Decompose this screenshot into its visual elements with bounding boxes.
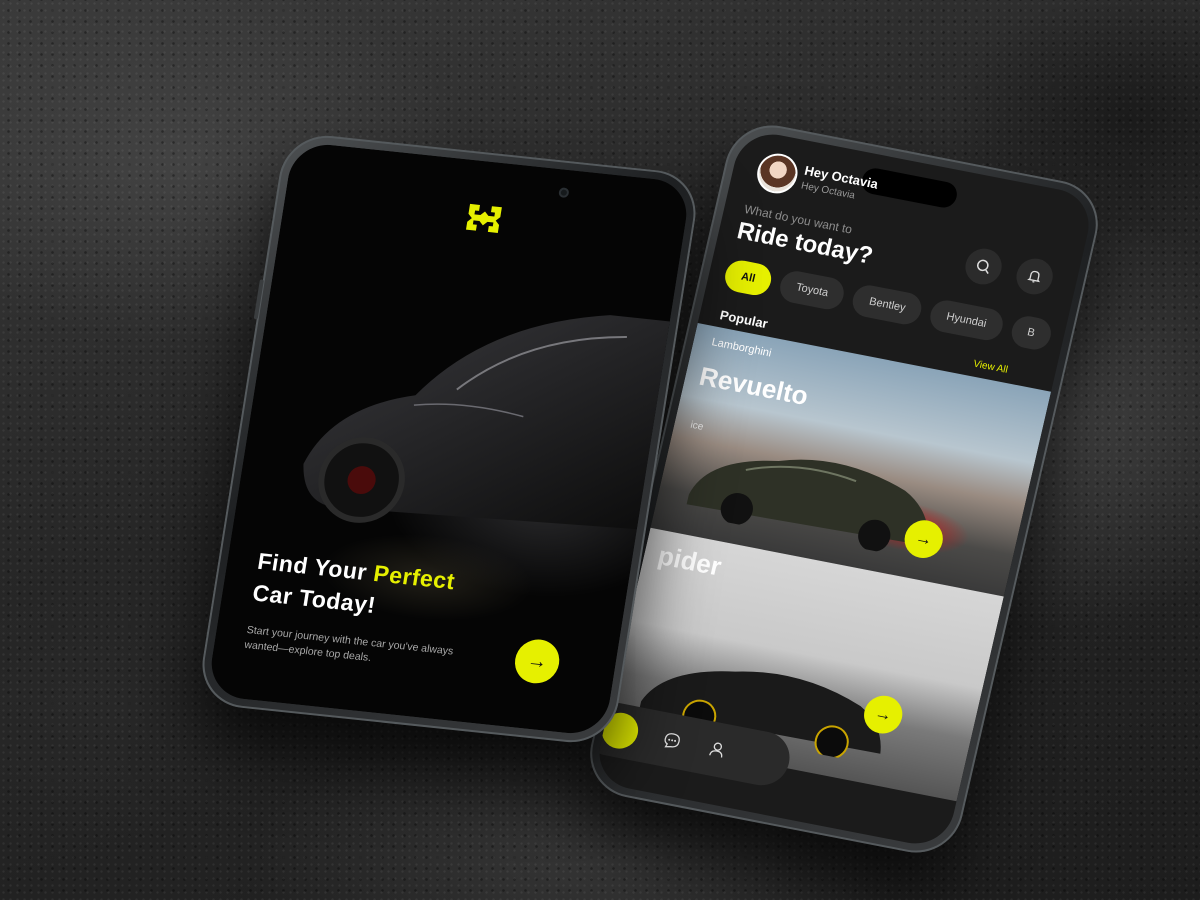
- chip-toyota[interactable]: Toyota: [776, 268, 848, 313]
- search-button[interactable]: [961, 245, 1006, 288]
- arrow-right-icon: →: [872, 703, 894, 726]
- title-accent: Perfect: [371, 560, 457, 595]
- chat-icon-glyph: [664, 733, 680, 748]
- view-all-link[interactable]: View All: [972, 359, 1009, 376]
- car-hero-image: [303, 315, 670, 530]
- chip-more[interactable]: B: [1008, 313, 1054, 353]
- chip-hyundai[interactable]: Hyundai: [927, 297, 1006, 343]
- chat-icon[interactable]: [659, 728, 686, 754]
- car-model: Revuelto: [696, 360, 812, 412]
- brand-logo-icon: [465, 203, 502, 233]
- chip-all[interactable]: All: [721, 257, 775, 298]
- bell-icon: [1027, 270, 1041, 283]
- car-model: pider: [655, 540, 725, 582]
- phone-splash: Find Your Perfect Car Today! Start your …: [195, 131, 703, 747]
- avatar[interactable]: [753, 150, 802, 197]
- title-part: Find Your: [255, 547, 376, 586]
- arrow-right-icon: →: [525, 649, 549, 673]
- arrow-right-icon: →: [913, 527, 935, 550]
- search-icon: [977, 259, 989, 274]
- notifications-button[interactable]: [1012, 255, 1057, 298]
- splash-screen: Find Your Perfect Car Today! Start your …: [206, 141, 692, 737]
- profile-icon-glyph: [709, 742, 723, 758]
- profile-icon[interactable]: [704, 737, 731, 763]
- get-started-button[interactable]: →: [511, 637, 563, 686]
- car-brand: Lamborghini: [710, 336, 773, 360]
- splash-subtitle: Start your journey with the car you've a…: [243, 623, 455, 664]
- splash-title: Find Your Perfect Car Today!: [250, 545, 558, 640]
- front-camera: [558, 187, 570, 199]
- title-part: Car Today!: [250, 579, 378, 619]
- chip-bentley[interactable]: Bentley: [850, 282, 925, 328]
- car-spec: ice: [689, 419, 705, 433]
